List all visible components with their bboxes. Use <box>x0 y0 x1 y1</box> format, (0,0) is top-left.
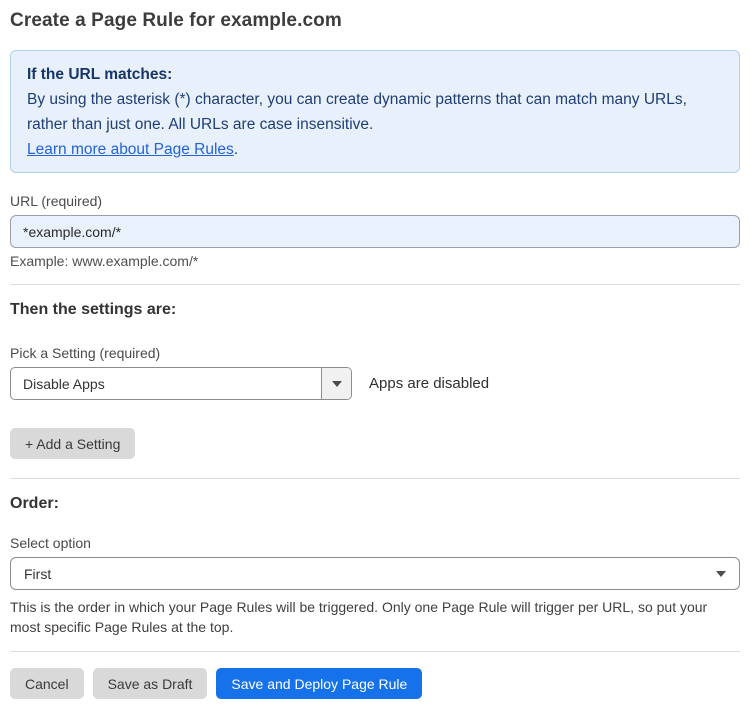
save-and-deploy-button[interactable]: Save and Deploy Page Rule <box>216 668 423 699</box>
learn-more-link[interactable]: Learn more about Page Rules <box>27 141 234 158</box>
setting-select-arrow-button[interactable] <box>321 368 351 399</box>
divider <box>10 651 740 652</box>
save-as-draft-button[interactable]: Save as Draft <box>92 668 208 699</box>
setting-select[interactable]: Disable Apps <box>10 367 352 400</box>
url-match-info-box: If the URL matches: By using the asteris… <box>10 50 740 173</box>
url-input[interactable] <box>10 215 740 248</box>
order-section-heading: Order: <box>10 495 59 512</box>
settings-section-heading: Then the settings are: <box>10 301 177 318</box>
setting-status-text: Apps are disabled <box>369 375 490 392</box>
info-box-body-text: By using the asterisk (*) character, you… <box>27 91 687 133</box>
link-suffix-period: . <box>233 141 239 158</box>
divider <box>10 284 740 285</box>
page-title: Create a Page Rule for example.com <box>10 10 342 31</box>
select-option-label: Select option <box>10 535 91 551</box>
order-select-value: First <box>24 565 52 582</box>
order-select[interactable]: First <box>10 557 740 590</box>
info-box-body: By using the asterisk (*) character, you… <box>27 87 723 162</box>
divider <box>10 478 740 479</box>
chevron-down-icon <box>331 380 342 387</box>
pick-setting-label: Pick a Setting (required) <box>10 345 161 361</box>
url-field-label: URL (required) <box>10 193 103 209</box>
add-setting-button[interactable]: + Add a Setting <box>10 428 136 459</box>
setting-row: Disable Apps Apps are disabled <box>10 367 740 400</box>
setting-select-value: Disable Apps <box>23 375 105 392</box>
info-box-heading: If the URL matches: <box>27 66 173 83</box>
url-example-helper: Example: www.example.com/* <box>10 253 199 269</box>
order-helper-text: This is the order in which your Page Rul… <box>10 599 708 635</box>
chevron-down-icon <box>716 570 726 577</box>
cancel-button[interactable]: Cancel <box>10 668 84 699</box>
footer-actions: Cancel Save as Draft Save and Deploy Pag… <box>10 668 740 699</box>
